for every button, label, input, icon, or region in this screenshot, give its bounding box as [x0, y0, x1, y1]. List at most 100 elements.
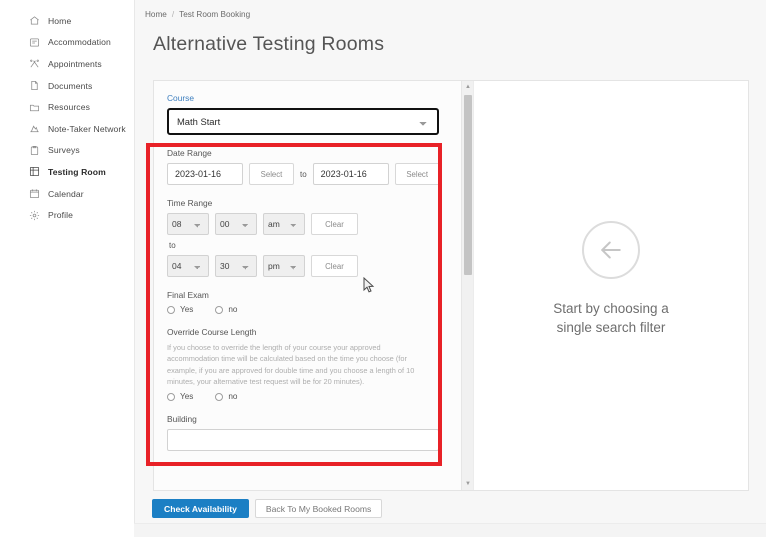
- radio-circle-icon: [167, 305, 175, 314]
- form-action-buttons: Check Availability Back To My Booked Roo…: [152, 499, 383, 518]
- sidebar-item-appointments[interactable]: Appointments: [0, 53, 134, 75]
- breadcrumb: Home / Test Room Booking: [145, 10, 250, 19]
- final-exam-yes-radio[interactable]: Yes: [167, 305, 193, 314]
- form-scrollbar[interactable]: ▲ ▼: [461, 81, 473, 490]
- sidebar-item-label: Calendar: [48, 188, 84, 199]
- building-input[interactable]: [167, 429, 439, 451]
- course-label: Course: [167, 93, 194, 103]
- time-start-controls: 08 00 am Clear: [167, 213, 447, 235]
- check-availability-button[interactable]: Check Availability: [152, 499, 249, 518]
- time-range-to-label: to: [169, 241, 176, 250]
- clipboard-icon: [28, 144, 41, 157]
- empty-state-line1: Start by choosing a: [553, 301, 669, 316]
- radio-circle-icon: [215, 392, 224, 401]
- time-range-section: Time Range 08 00 am Clear to 04 30 pm Cl…: [167, 198, 447, 277]
- override-course-length-label: Override Course Length: [167, 327, 257, 337]
- breadcrumb-current[interactable]: Test Room Booking: [179, 10, 250, 19]
- sidebar-item-label: Note-Taker Network: [48, 123, 126, 134]
- sidebar-item-home[interactable]: Home: [0, 10, 134, 32]
- time-end-clear-button[interactable]: Clear: [311, 255, 358, 277]
- calendar-icon: [28, 187, 41, 200]
- date-range-controls: Select to Select: [167, 163, 447, 185]
- override-no-radio[interactable]: no: [215, 392, 237, 401]
- sidebar-item-surveys[interactable]: Surveys: [0, 140, 134, 162]
- back-to-booked-rooms-button[interactable]: Back To My Booked Rooms: [254, 499, 383, 518]
- time-end-hour-select[interactable]: 04: [167, 255, 209, 277]
- sidebar-footer: [0, 523, 134, 537]
- building-section: Building: [167, 414, 447, 451]
- sidebar-navigation: Home Accommodation Appointments Document…: [0, 0, 134, 523]
- home-icon: [28, 14, 41, 27]
- page-footer: [134, 523, 766, 537]
- gear-icon: [28, 209, 41, 222]
- override-course-length-help: If you choose to override the length of …: [167, 343, 415, 386]
- sidebar-item-profile[interactable]: Profile: [0, 204, 134, 226]
- filter-form-pane: Course Math Start Date Range Select to S…: [154, 81, 473, 490]
- radio-circle-icon: [215, 305, 224, 314]
- date-from-select-button[interactable]: Select: [249, 163, 294, 185]
- sidebar-item-label: Resources: [48, 102, 90, 113]
- breadcrumb-separator: /: [171, 10, 175, 19]
- time-start-meridiem-select[interactable]: am: [263, 213, 305, 235]
- appointments-icon: [28, 57, 41, 70]
- final-exam-section: Final Exam Yes no: [167, 290, 447, 314]
- filter-form: Course Math Start Date Range Select to S…: [154, 81, 461, 471]
- sidebar-item-label: Documents: [48, 80, 93, 91]
- date-from-input[interactable]: [167, 163, 243, 185]
- scroll-up-arrow-icon[interactable]: ▲: [462, 81, 473, 93]
- date-range-to-label: to: [300, 169, 307, 179]
- folder-icon: [28, 101, 41, 114]
- note-icon: [28, 36, 41, 49]
- date-to-select-button[interactable]: Select: [394, 163, 440, 185]
- radio-circle-icon: [167, 392, 175, 401]
- sidebar-item-calendar[interactable]: Calendar: [0, 183, 134, 205]
- override-no-label: no: [228, 392, 238, 401]
- sidebar-item-documents[interactable]: Documents: [0, 75, 134, 97]
- time-start-hour-select[interactable]: 08: [167, 213, 209, 235]
- search-filter-card: Course Math Start Date Range Select to S…: [153, 80, 749, 491]
- final-exam-no-label: no: [228, 305, 238, 314]
- sidebar-item-testing-room[interactable]: Testing Room: [0, 161, 134, 183]
- sidebar-item-accommodation[interactable]: Accommodation: [0, 32, 134, 54]
- override-yes-radio[interactable]: Yes: [167, 392, 193, 401]
- results-pane: Start by choosing a single search filter: [473, 81, 748, 490]
- date-to-input[interactable]: [312, 163, 389, 185]
- final-exam-radio-group: Yes no: [167, 305, 447, 314]
- time-range-label: Time Range: [167, 198, 213, 208]
- sidebar-item-resources[interactable]: Resources: [0, 96, 134, 118]
- sidebar-item-label: Home: [48, 15, 72, 26]
- document-icon: [28, 79, 41, 92]
- scroll-down-arrow-icon[interactable]: ▼: [462, 478, 473, 490]
- override-yes-label: Yes: [180, 392, 194, 401]
- final-exam-yes-label: Yes: [180, 305, 194, 314]
- override-course-length-radio-group: Yes no: [167, 392, 447, 401]
- empty-state: Start by choosing a single search filter: [474, 221, 748, 337]
- time-start-clear-button[interactable]: Clear: [311, 213, 358, 235]
- grid-icon: [28, 165, 41, 178]
- empty-state-line2: single search filter: [556, 320, 666, 336]
- sidebar-item-label: Accommodation: [48, 37, 111, 48]
- sidebar-item-label: Testing Room: [48, 166, 106, 177]
- note-taker-icon: [28, 122, 41, 135]
- override-course-length-section: Override Course Length If you choose to …: [167, 327, 447, 401]
- scrollbar-thumb[interactable]: [464, 95, 472, 275]
- page-title: Alternative Testing Rooms: [153, 33, 385, 55]
- date-range-section: Date Range Select to Select: [167, 148, 447, 185]
- building-label: Building: [167, 414, 197, 424]
- time-end-meridiem-select[interactable]: pm: [263, 255, 305, 277]
- sidebar-item-label: Surveys: [48, 145, 80, 156]
- arrow-left-circle-icon: [582, 221, 640, 279]
- time-end-controls: 04 30 pm Clear: [167, 255, 447, 277]
- empty-state-message: Start by choosing a single search filter: [516, 299, 706, 337]
- final-exam-label: Final Exam: [167, 290, 209, 300]
- sidebar-item-label: Appointments: [48, 58, 102, 69]
- breadcrumb-home[interactable]: Home: [145, 10, 167, 19]
- final-exam-no-radio[interactable]: no: [215, 305, 237, 314]
- time-end-minute-select[interactable]: 30: [215, 255, 257, 277]
- application-window: Home Accommodation Appointments Document…: [0, 0, 766, 537]
- sidebar-item-label: Profile: [48, 210, 74, 221]
- main-content-area: Home / Test Room Booking Alternative Tes…: [134, 0, 766, 523]
- course-select[interactable]: Math Start: [167, 108, 439, 135]
- sidebar-item-note-taker-network[interactable]: Note-Taker Network: [0, 118, 134, 140]
- time-start-minute-select[interactable]: 00: [215, 213, 257, 235]
